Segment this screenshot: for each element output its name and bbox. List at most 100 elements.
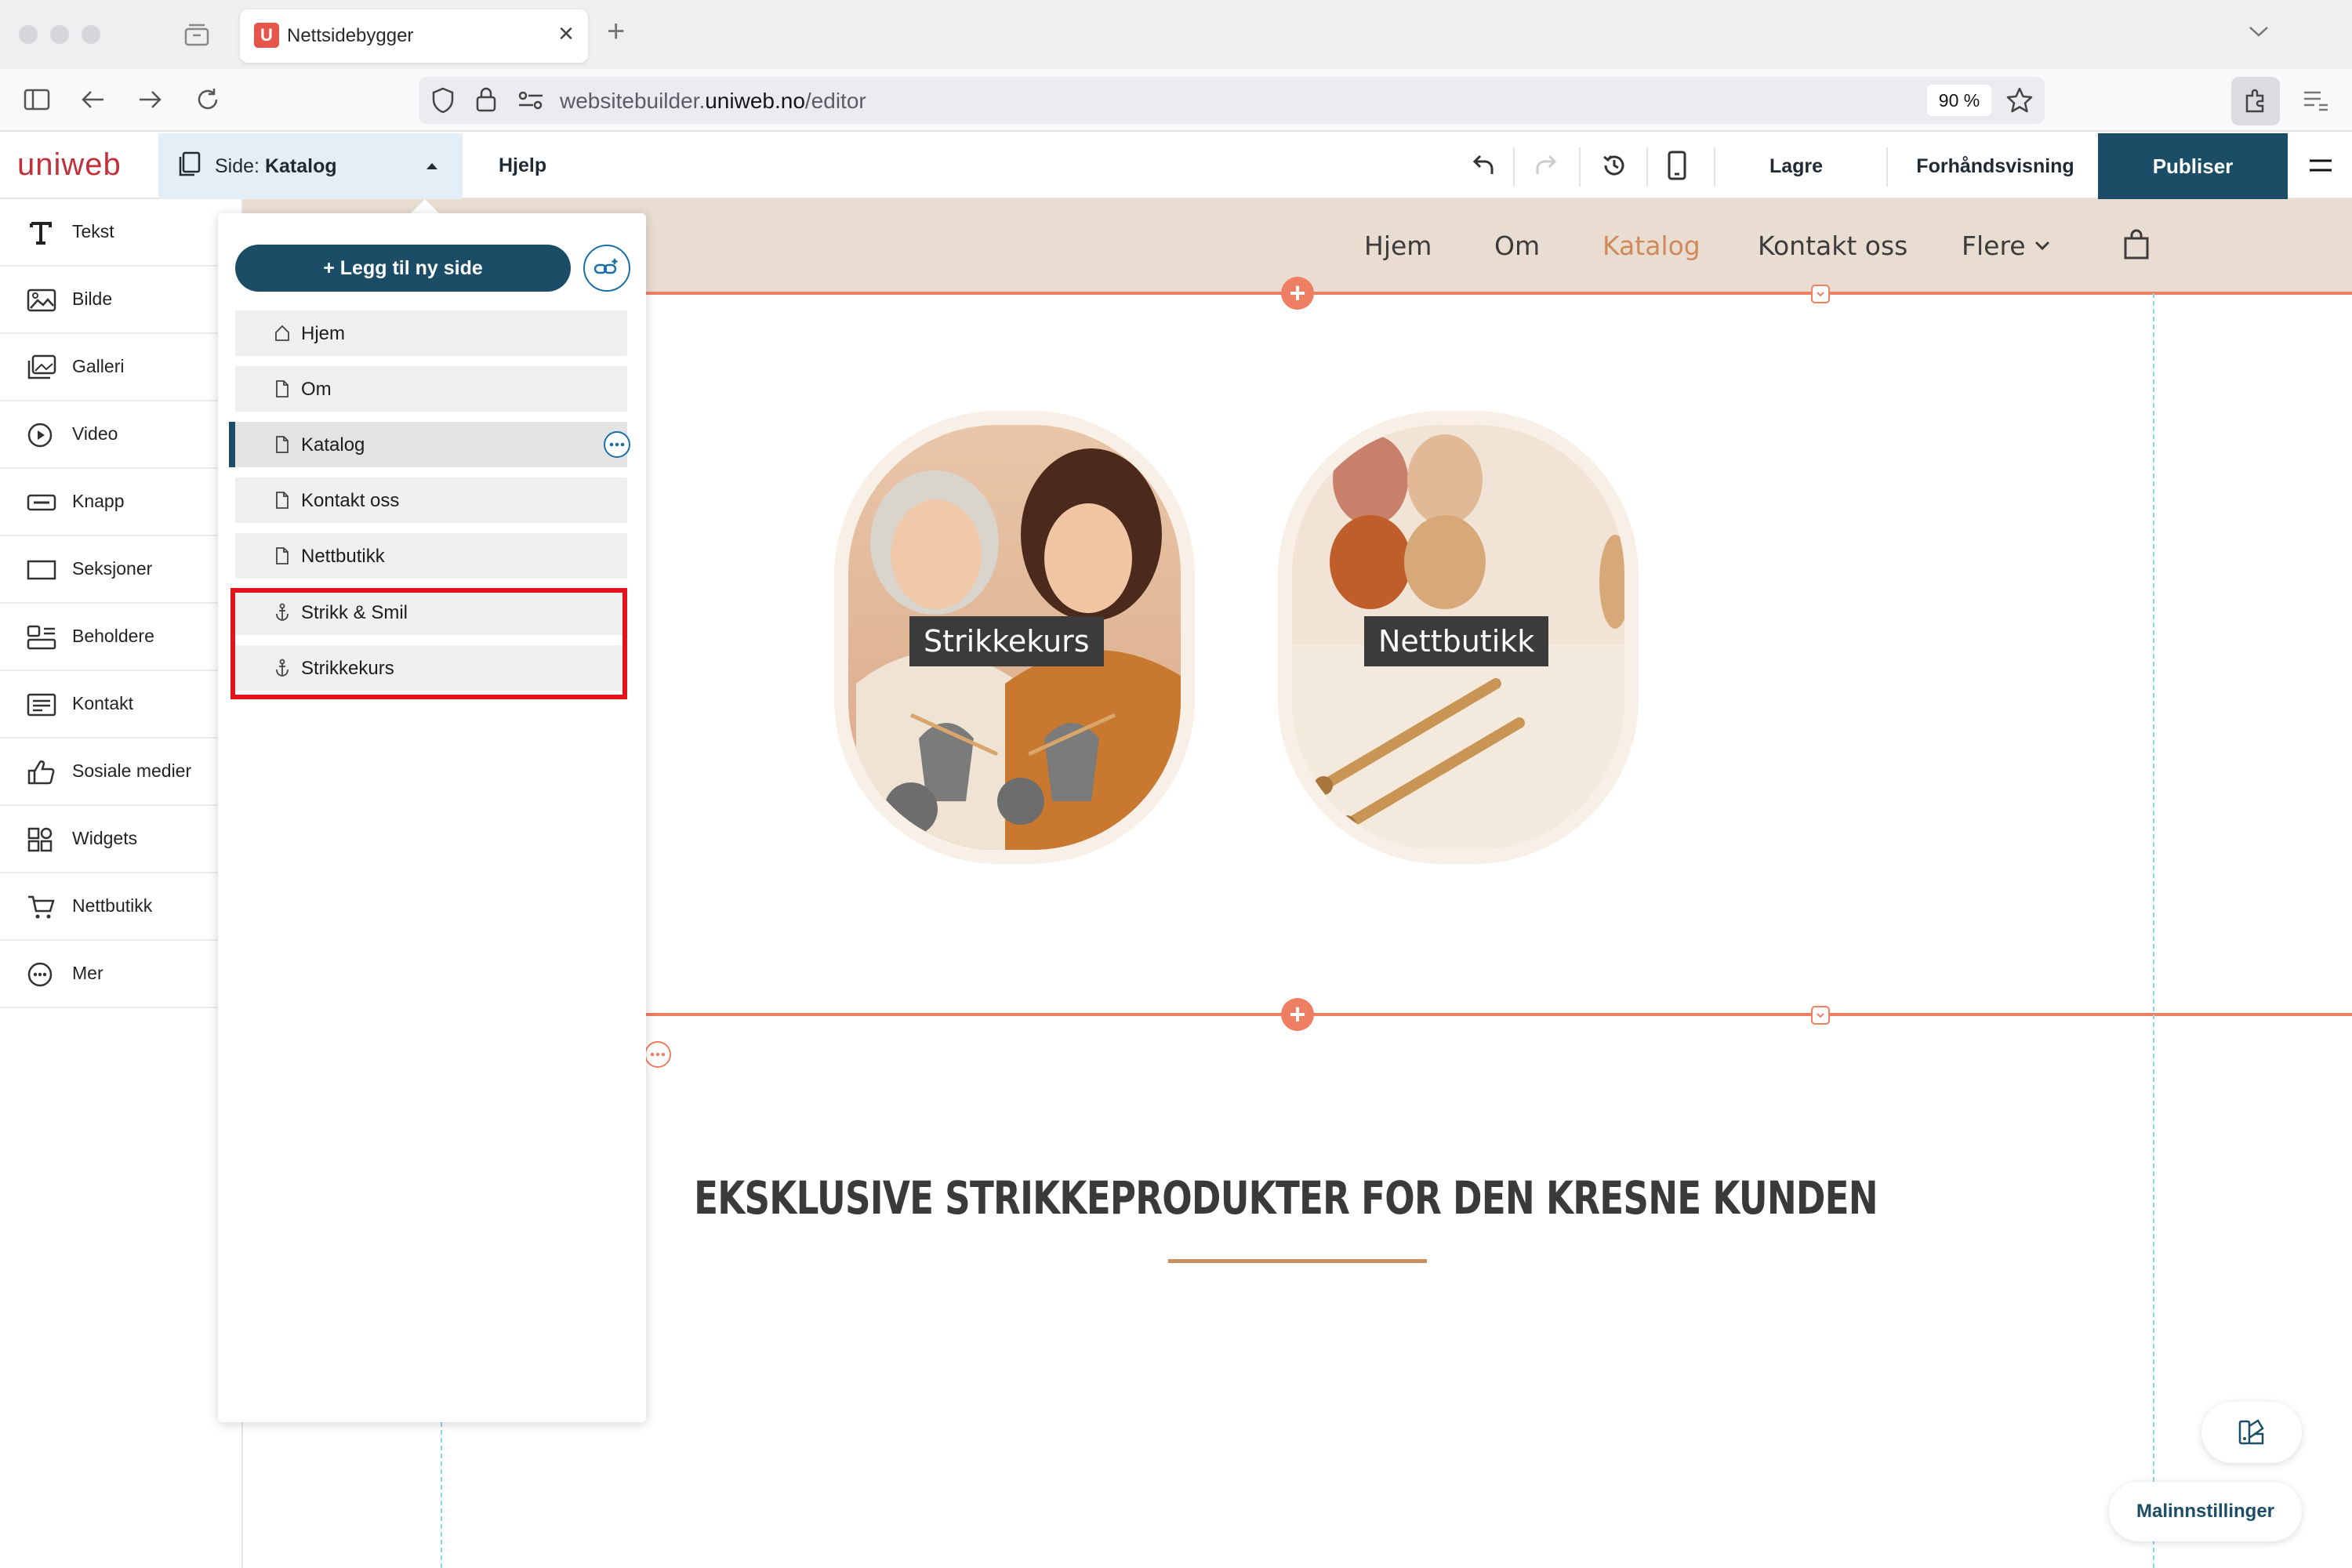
section-headline[interactable]: EKSKLUSIVE STRIKKEPRODUKTER FOR DEN KRES… <box>656 1171 1916 1225</box>
tool-button[interactable]: Knapp <box>0 469 220 536</box>
lock-icon[interactable] <box>475 86 497 113</box>
button-icon <box>27 489 56 516</box>
page-item-katalog[interactable]: Katalog <box>235 422 630 467</box>
layout-guide <box>441 1422 442 1568</box>
tool-image[interactable]: Bilde <box>0 267 220 334</box>
hamburger-menu-icon[interactable] <box>2308 155 2333 177</box>
tab-title: Nettsidebygger <box>287 25 414 46</box>
preview-button[interactable]: Forhåndsvisning <box>1897 155 2093 178</box>
window-minimize-dot[interactable] <box>50 25 69 44</box>
site-nav-flere[interactable]: Flere <box>1962 230 2026 261</box>
tool-more[interactable]: Mer <box>0 941 220 1008</box>
publish-button[interactable]: Publiser <box>2098 133 2288 199</box>
back-arrow-icon[interactable] <box>80 88 107 111</box>
panel-caret <box>409 199 441 215</box>
layout-guide <box>2153 293 2154 1568</box>
page-item-om[interactable]: Om <box>235 366 627 412</box>
bookmark-star-icon[interactable] <box>2005 86 2034 114</box>
home-icon <box>274 324 290 343</box>
tool-containers[interactable]: Beholdere <box>0 604 220 671</box>
template-settings-button[interactable]: Malinnstillinger <box>2109 1482 2302 1541</box>
page-selector-label: Side: Katalog <box>215 155 337 177</box>
section-icon <box>27 557 56 583</box>
container-icon <box>27 624 56 651</box>
pages-panel: + Legg til ny side Hjem Om Katalog Konta… <box>218 213 646 1422</box>
browser-tab-bar: U Nettsidebygger × + <box>0 0 2352 69</box>
browser-tab[interactable]: U Nettsidebygger × <box>240 9 588 63</box>
tool-social-media[interactable]: Sosiale medier <box>0 739 220 806</box>
zoom-level-badge[interactable]: 90 % <box>1927 85 1991 116</box>
card-label: Nettbutikk <box>1364 616 1549 666</box>
page-item-nettbutikk[interactable]: Nettbutikk <box>235 533 627 579</box>
history-icon[interactable] <box>1599 151 1629 180</box>
page-item-kontakt-oss[interactable]: Kontakt oss <box>235 477 627 523</box>
tool-video[interactable]: Video <box>0 401 220 469</box>
favicon-icon: U <box>254 23 279 48</box>
save-button[interactable]: Lagre <box>1730 155 1863 178</box>
tool-gallery[interactable]: Galleri <box>0 334 220 401</box>
element-tool-sidebar: Tekst Bilde Galleri Video Knapp Seksjone… <box>0 199 243 1568</box>
add-section-plus-icon[interactable]: + <box>1281 998 1314 1031</box>
extensions-icon[interactable] <box>2231 77 2280 125</box>
page-selector[interactable]: Side: Katalog <box>158 133 463 199</box>
headline-underline <box>1168 1259 1427 1263</box>
site-nav-hjem[interactable]: Hjem <box>1364 230 1432 261</box>
new-tab-icon[interactable]: + <box>607 16 625 47</box>
tool-text[interactable]: Tekst <box>0 199 220 267</box>
widgets-icon <box>27 826 56 853</box>
category-card-nettbutikk[interactable]: Nettbutikk <box>1278 411 1639 864</box>
site-nav-katalog[interactable]: Katalog <box>1602 230 1700 261</box>
chevron-down-icon[interactable] <box>2034 240 2051 251</box>
tab-overview-icon[interactable] <box>183 22 210 47</box>
section-collapse-chevron-icon[interactable] <box>1811 285 1830 303</box>
tool-widgets[interactable]: Widgets <box>0 806 220 873</box>
redo-icon[interactable] <box>1534 151 1562 179</box>
design-brush-button[interactable] <box>2201 1402 2302 1463</box>
url-text: websitebuilder.uniweb.no/editor <box>560 89 866 113</box>
tool-sections[interactable]: Seksjoner <box>0 536 220 604</box>
help-button[interactable]: Hjelp <box>499 154 546 177</box>
category-card-strikkekurs[interactable]: Strikkekurs <box>834 411 1195 864</box>
site-nav-om[interactable]: Om <box>1494 230 1540 261</box>
cart-icon <box>27 894 56 920</box>
page-icon <box>274 435 290 454</box>
tab-close-icon[interactable]: × <box>558 20 574 47</box>
caret-up-icon <box>425 162 439 171</box>
add-section-plus-icon[interactable]: + <box>1281 277 1314 310</box>
paint-palette-icon <box>2238 1419 2264 1445</box>
reload-icon[interactable] <box>194 86 221 113</box>
tab-list-chevron-icon[interactable] <box>2247 24 2270 39</box>
active-page-indicator <box>229 422 235 467</box>
section-collapse-chevron-icon[interactable] <box>1811 1006 1830 1025</box>
tool-contact[interactable]: Kontakt <box>0 671 220 739</box>
sidebar-toggle-icon[interactable] <box>24 88 50 111</box>
tracking-shield-icon[interactable] <box>431 86 455 114</box>
uniweb-logo[interactable]: uniweb <box>17 147 122 183</box>
add-link-icon[interactable] <box>583 245 630 292</box>
add-new-page-button[interactable]: + Legg til ny side <box>235 245 571 292</box>
site-permissions-icon[interactable] <box>517 90 544 111</box>
page-options-icon[interactable] <box>604 431 630 458</box>
gallery-icon <box>27 354 56 381</box>
play-icon <box>27 422 56 448</box>
image-icon <box>27 287 56 314</box>
more-icon <box>27 961 56 988</box>
undo-icon[interactable] <box>1468 151 1496 179</box>
shopping-bag-icon[interactable] <box>2123 229 2150 260</box>
site-nav-kontakt-oss[interactable]: Kontakt oss <box>1758 230 1907 261</box>
editor-toolbar: uniweb Side: Katalog Hjelp Lagre Forhånd… <box>0 133 2352 199</box>
page-item-hjem[interactable]: Hjem <box>235 310 627 356</box>
window-zoom-dot[interactable] <box>82 25 100 44</box>
window-close-dot[interactable] <box>19 25 38 44</box>
page-icon <box>274 491 290 510</box>
mobile-view-icon[interactable] <box>1667 151 1687 180</box>
forward-arrow-icon[interactable] <box>136 88 163 111</box>
tool-webshop[interactable]: Nettbutikk <box>0 873 220 941</box>
app-menu-icon[interactable] <box>2302 88 2330 113</box>
page-icon <box>274 546 290 565</box>
section-options-icon[interactable] <box>644 1041 671 1068</box>
page-icon <box>274 379 290 398</box>
card-label: Strikkekurs <box>909 616 1104 666</box>
thumbs-up-icon <box>27 759 56 786</box>
address-bar[interactable]: websitebuilder.uniweb.no/editor 90 % <box>419 77 2045 124</box>
